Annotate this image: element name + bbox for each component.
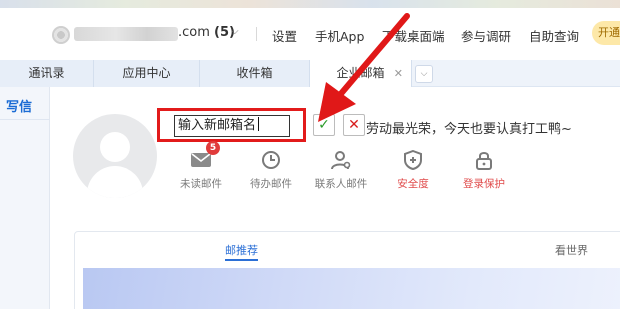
nav-self-service[interactable]: 自助查询 xyxy=(529,26,579,45)
recommend-banner-image[interactable] xyxy=(83,268,620,309)
chevron-down-icon[interactable]: ⌵ xyxy=(231,26,239,37)
account-avatar[interactable] xyxy=(52,26,70,44)
header-divider xyxy=(256,27,257,41)
profile-avatar[interactable] xyxy=(73,114,157,198)
recommend-card: 邮推荐 看世界 xyxy=(74,231,620,309)
confirm-button[interactable]: ✓ xyxy=(313,114,335,136)
tab-contacts[interactable]: 通讯录 xyxy=(0,60,94,87)
profile-motto: 劳动最光荣，今天也要认真打工鸭~ xyxy=(366,122,572,137)
nav-survey[interactable]: 参与调研 xyxy=(461,26,511,45)
tab-label: 收件箱 xyxy=(236,66,273,80)
shield-plus-icon xyxy=(404,150,422,170)
quick-item-label: 待办邮件 xyxy=(250,178,292,190)
active-tab-underline xyxy=(225,259,258,261)
tab-label: 企业邮箱 xyxy=(336,66,385,80)
tab-app-center[interactable]: 应用中心 xyxy=(94,60,200,87)
compose-button[interactable]: 写信 xyxy=(0,96,38,115)
tab-inbox[interactable]: 收件箱 xyxy=(200,60,310,87)
quick-item-label: 登录保护 xyxy=(463,178,505,190)
clock-icon xyxy=(262,151,280,169)
open-service-button[interactable]: 开通 xyxy=(592,21,620,45)
quick-item-label: 联系人邮件 xyxy=(314,178,368,190)
contact-person-icon xyxy=(331,151,351,170)
tabs-more-chevron-icon[interactable]: ⌵ xyxy=(415,65,433,83)
tab-label: 通讯录 xyxy=(28,66,65,80)
tab-see-world[interactable]: 看世界 xyxy=(555,242,588,258)
quick-security-level[interactable]: 安全度 xyxy=(378,150,448,191)
account-domain-text: .com xyxy=(178,25,210,40)
quick-unread-mail[interactable]: 5 未读邮件 xyxy=(166,141,236,191)
nav-mobile-app[interactable]: 手机App xyxy=(315,26,364,45)
text-caret xyxy=(258,117,260,131)
mailbox-name-input[interactable]: 输入新邮箱名 xyxy=(174,115,290,137)
lock-icon xyxy=(476,152,492,170)
unread-badge: 5 xyxy=(206,141,220,155)
quick-item-label: 未读邮件 xyxy=(180,178,222,190)
tab-bar: 通讯录 应用中心 收件箱 企业邮箱 ✕ ⌵ xyxy=(0,60,620,87)
quick-contact-mail[interactable]: 联系人邮件 xyxy=(306,150,376,191)
sidebar-divider xyxy=(0,119,50,120)
name-edit-highlight: 输入新邮箱名 xyxy=(157,108,306,142)
tab-label: 应用中心 xyxy=(122,66,171,80)
sidebar: 写信 xyxy=(0,87,50,309)
nav-settings[interactable]: 设置 xyxy=(272,26,297,45)
close-icon[interactable]: ✕ xyxy=(394,60,403,87)
quick-login-protection[interactable]: 登录保护 xyxy=(449,150,519,191)
cancel-button[interactable]: ✕ xyxy=(343,114,365,136)
account-name-blurred xyxy=(74,27,178,41)
tab-enterprise-mail[interactable]: 企业邮箱 ✕ xyxy=(310,60,412,87)
account-domain[interactable]: .com (5) xyxy=(178,25,235,40)
avatar-head-shape xyxy=(100,132,130,162)
mailbox-name-value: 输入新邮箱名 xyxy=(178,118,257,133)
header: .com (5) ⌵ 设置 手机App 下载桌面端 参与调研 自助查询 开通 xyxy=(0,8,620,60)
nav-download-desktop[interactable]: 下载桌面端 xyxy=(382,26,445,45)
quick-todo-mail[interactable]: 待办邮件 xyxy=(236,150,306,191)
avatar-body-shape xyxy=(87,166,143,198)
quick-item-label: 安全度 xyxy=(397,178,429,190)
top-banner-strip xyxy=(0,0,620,8)
tab-mail-recommend[interactable]: 邮推荐 xyxy=(225,242,258,258)
